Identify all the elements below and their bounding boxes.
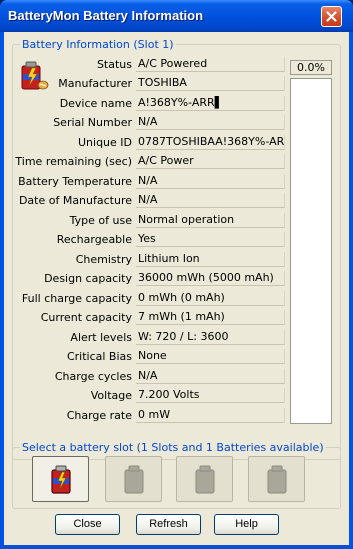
- close-icon: [326, 11, 337, 22]
- battery-temperature-value: N/A: [136, 174, 285, 189]
- current-capacity-value: 7 mWh (1 mAh): [136, 310, 285, 325]
- charge-rate-value: 0 mW: [136, 408, 285, 423]
- charge-percent-readout: 0.0%: [290, 60, 332, 75]
- chemistry-label: Chemistry: [75, 253, 132, 266]
- window-title: BatteryMon Battery Information: [8, 8, 204, 23]
- full-charge-capacity-label: Full charge capacity: [21, 292, 132, 305]
- manufacturer-label: Manufacturer: [58, 77, 132, 90]
- battery-slot-empty-icon: [195, 465, 215, 494]
- title-bar[interactable]: BatteryMon Battery Information: [0, 0, 353, 32]
- device-name-value: A!368Y%-ARR▌: [136, 96, 285, 111]
- charge-cycles-label: Charge cycles: [54, 370, 132, 383]
- battery-slot-3-button[interactable]: [176, 456, 233, 502]
- critical-bias-label: Critical Bias: [66, 350, 132, 363]
- close-button[interactable]: Close: [55, 514, 120, 535]
- voltage-label: Voltage: [90, 389, 132, 402]
- manufacturer-value: TOSHIBA: [136, 76, 285, 91]
- date-of-manufacture-label: Date of Manufacture: [18, 194, 132, 207]
- battery-slot-active-icon: [51, 465, 71, 494]
- alert-levels-value: W: 720 / L: 3600: [136, 330, 285, 345]
- refresh-button[interactable]: Refresh: [136, 514, 201, 535]
- rechargeable-label: Rechargeable: [56, 233, 132, 246]
- design-capacity-label: Design capacity: [44, 272, 132, 285]
- battery-slot-empty-icon: [267, 465, 287, 494]
- critical-bias-value: None: [136, 349, 285, 364]
- status-label: Status: [96, 58, 132, 71]
- battery-temperature-label: Battery Temperature: [18, 175, 132, 188]
- date-of-manufacture-value: N/A: [136, 193, 285, 208]
- window-close-button[interactable]: [321, 6, 342, 27]
- battery-slot-group-title: Select a battery slot (1 Slots and 1 Bat…: [20, 441, 326, 454]
- battery-slot-empty-icon: [124, 465, 144, 494]
- current-capacity-label: Current capacity: [40, 311, 132, 324]
- time-remaining-label: Time remaining (sec): [15, 155, 132, 168]
- unique-id-value: 0787TOSHIBAA!368Y%-ARR▌: [136, 135, 285, 150]
- battery-info-group-title: Battery Information (Slot 1): [20, 38, 176, 51]
- device-name-label: Device name: [59, 97, 132, 110]
- battery-info-window: BatteryMon Battery Information Battery I…: [0, 0, 353, 549]
- rechargeable-value: Yes: [136, 232, 285, 247]
- battery-slot-4-button[interactable]: [248, 456, 305, 502]
- charge-rate-label: Charge rate: [66, 409, 132, 422]
- client-area: Battery Information (Slot 1) Status A/C …: [4, 32, 349, 545]
- status-value: A/C Powered: [136, 57, 285, 72]
- unique-id-label: Unique ID: [77, 136, 132, 149]
- help-button[interactable]: Help: [214, 514, 279, 535]
- type-of-use-label: Type of use: [69, 214, 132, 227]
- charge-cycles-value: N/A: [136, 369, 285, 384]
- window-frame-bottom: [0, 545, 353, 549]
- design-capacity-value: 36000 mWh (5000 mAh): [136, 271, 285, 286]
- alert-levels-label: Alert levels: [70, 331, 132, 344]
- battery-slot-1-button[interactable]: [32, 456, 89, 502]
- voltage-value: 7.200 Volts: [136, 388, 285, 403]
- serial-number-label: Serial Number: [53, 116, 132, 129]
- charge-level-bar: [290, 78, 332, 424]
- full-charge-capacity-value: 0 mWh (0 mAh): [136, 291, 285, 306]
- chemistry-value: Lithium Ion: [136, 252, 285, 267]
- time-remaining-value: A/C Power: [136, 154, 285, 169]
- type-of-use-value: Normal operation: [136, 213, 285, 228]
- battery-slot-2-button[interactable]: [105, 456, 162, 502]
- serial-number-value: N/A: [136, 115, 285, 130]
